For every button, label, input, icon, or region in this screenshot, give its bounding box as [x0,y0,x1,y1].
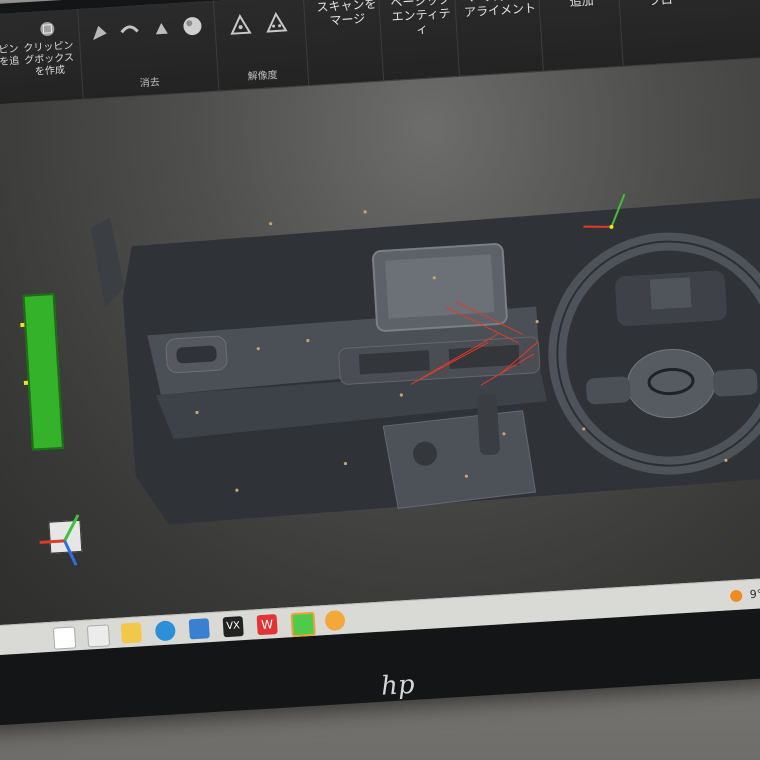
erase-tool-4-icon[interactable] [180,13,205,38]
hp-logo: hp [380,669,416,702]
tray-weather-text: 9°C 晴朗 [749,585,760,602]
file-explorer-icon[interactable] [120,622,142,644]
bar-tick [20,322,25,328]
ribbon-group-delete: 消去 [77,0,220,99]
monitor: クリッピング平面を追加 クリッピングボックスを作成 消去 解像度 スキャンをマー… [0,0,760,727]
chat-icon[interactable] [290,611,316,638]
task-view-icon[interactable] [86,624,111,648]
ribbon-group-clipping: クリッピング平面を追加 クリッピングボックスを作成 [0,9,84,107]
photo-stage: クリッピング平面を追加 クリッピングボックスを作成 消去 解像度 スキャンをマー… [0,0,760,760]
merge-scans-button[interactable]: スキャンをマージ [307,0,387,35]
erase-tool-3-icon[interactable] [150,17,173,40]
erase-tool-2-icon[interactable] [118,19,141,42]
edge-icon[interactable] [154,620,176,642]
erase-tool-1-icon[interactable] [88,21,111,44]
resolution-1-icon[interactable] [228,12,253,37]
bar-tick [23,380,29,386]
point-cloud-dashboard-scan [90,193,760,525]
add-clipping-plane-button[interactable]: クリッピング平面を追加 [0,21,21,83]
search-icon[interactable] [52,626,77,650]
wps-icon[interactable]: W [256,614,278,636]
app-icon[interactable] [324,609,346,632]
create-clipping-box-button[interactable]: クリッピングボックスを作成 [20,17,78,79]
weather-icon [729,589,743,603]
app-screen: クリッピング平面を追加 クリッピングボックスを作成 消去 解像度 スキャンをマー… [0,0,760,656]
system-tray[interactable]: 9°C 晴朗 ^ [729,582,760,603]
clipping-plane-icon [0,22,3,43]
ribbon-group-label-delete: 消去 [139,77,161,90]
frame-rate-readout: 比率：39.68 フレーム/秒 [557,646,673,655]
guided-workflow-button[interactable]: ガイドワークフロー [624,0,708,16]
ribbon-divider [616,0,624,66]
clipping-box-icon [40,21,55,36]
vx-icon[interactable]: VX [222,616,244,638]
axis-gizmo [39,514,80,566]
add-button[interactable]: 追加 [547,0,616,16]
basic-entity-button[interactable]: ベーシックエンティティ [381,0,462,44]
resolution-2-icon[interactable] [264,10,289,35]
mail-icon[interactable] [188,618,210,640]
3d-viewport[interactable]: 比率：39.68 フレーム/秒 [0,55,760,655]
baseline-alignment-button[interactable]: ベースライン-アライメント [456,0,542,26]
ribbon-group-label-resolution: 解像度 [247,69,278,83]
ribbon-group-resolution: 解像度 [212,0,310,91]
ribbon-divider [536,0,544,71]
